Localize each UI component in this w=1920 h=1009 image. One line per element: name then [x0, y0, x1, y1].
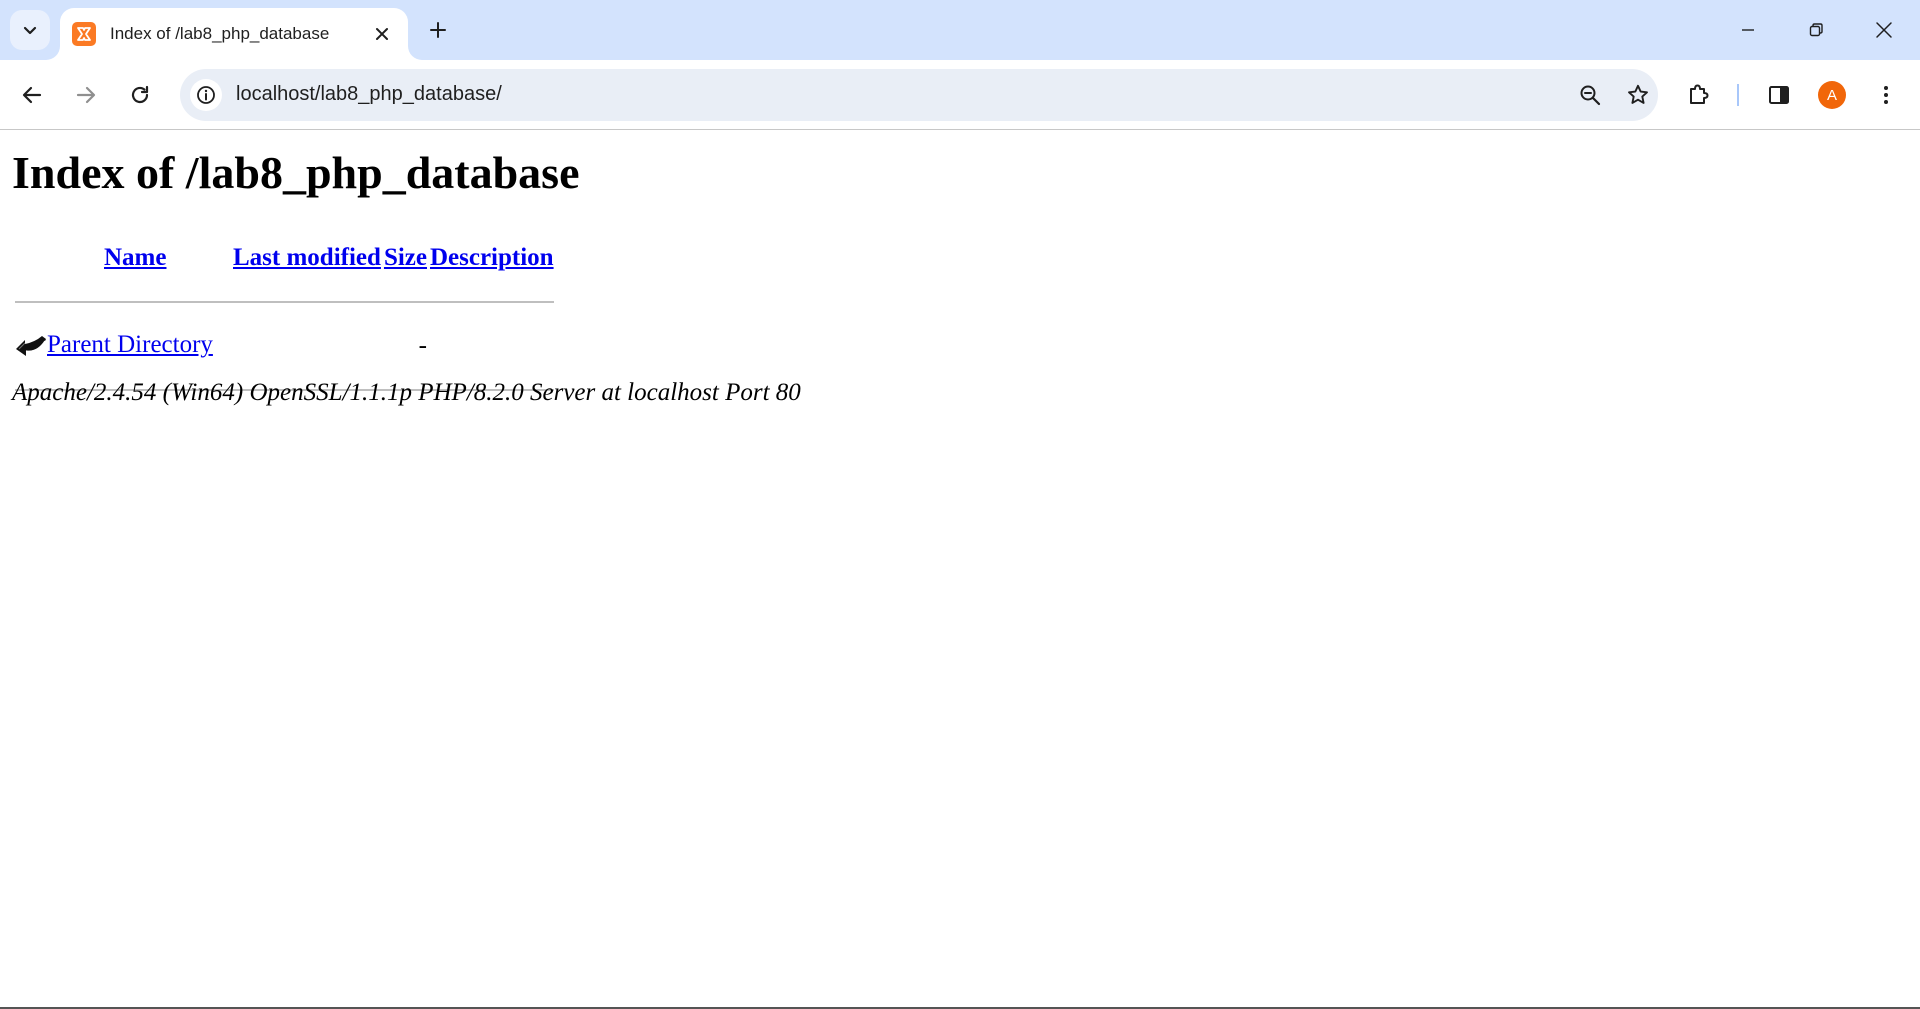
zoom-button[interactable] — [1574, 79, 1606, 111]
sort-by-description-link[interactable]: Description — [430, 244, 554, 271]
restore-button[interactable] — [1788, 10, 1844, 50]
sort-by-name-link[interactable]: Name — [104, 244, 166, 271]
back-button[interactable] — [12, 75, 52, 115]
url-text[interactable]: localhost/lab8_php_database/ — [236, 83, 502, 106]
size-cell: - — [418, 332, 427, 359]
profile-avatar[interactable]: A — [1818, 81, 1846, 109]
listing-top-rule-row — [15, 280, 554, 324]
tab-close-button[interactable] — [368, 20, 396, 48]
horizontal-rule — [15, 301, 554, 303]
back-arrow-icon — [16, 335, 46, 356]
browser-chrome: Index of /lab8_php_database localhost/la… — [0, 0, 1920, 130]
browser-toolbar: localhost/lab8_php_database/ A — [0, 60, 1920, 130]
new-tab-button[interactable] — [422, 14, 454, 46]
bookmark-button[interactable] — [1622, 79, 1654, 111]
toolbar-separator — [1737, 84, 1739, 106]
description-cell — [430, 324, 554, 368]
forward-button[interactable] — [66, 75, 106, 115]
site-info-button[interactable] — [190, 79, 222, 111]
listing-header-row: Name Last modified Size Description — [15, 236, 554, 280]
address-bar[interactable]: localhost/lab8_php_database/ — [180, 69, 1658, 121]
extensions-button[interactable] — [1679, 75, 1719, 115]
name-column-header: Name — [104, 236, 230, 280]
chevron-down-icon — [23, 26, 37, 35]
side-panel-button[interactable] — [1759, 75, 1799, 115]
description-column-header: Description — [430, 236, 554, 280]
name-cell: Parent Directory — [15, 324, 230, 368]
restore-icon — [1809, 23, 1823, 37]
size-column-header: Size — [384, 236, 427, 280]
xampp-favicon-icon — [72, 22, 96, 46]
info-icon — [197, 86, 215, 104]
tab-strip: Index of /lab8_php_database — [0, 0, 1920, 60]
arrow-left-icon — [22, 86, 42, 104]
page-title: Index of /lab8_php_database — [12, 147, 580, 198]
puzzle-piece-icon — [1690, 84, 1709, 104]
reload-button[interactable] — [120, 75, 160, 115]
tab-title: Index of /lab8_php_database — [110, 24, 330, 43]
server-signature: Apache/2.4.54 (Win64) OpenSSL/1.1.1p PHP… — [12, 379, 801, 406]
menu-button[interactable] — [1866, 75, 1906, 115]
reload-icon — [131, 85, 149, 104]
last-modified-column-header: Last modified — [233, 236, 381, 280]
minimize-button[interactable] — [1720, 10, 1776, 50]
last-modified-cell — [233, 324, 381, 368]
page-content: Index of /lab8_php_database Name Last mo… — [0, 130, 1920, 1009]
parent-directory-link[interactable]: Parent Directory — [47, 331, 213, 358]
icon-column-header — [15, 236, 101, 280]
arrow-right-icon — [76, 86, 96, 104]
tab-search-button[interactable] — [10, 10, 50, 50]
side-panel-icon — [1769, 86, 1789, 104]
kebab-menu-icon — [1884, 86, 1888, 104]
plus-icon — [430, 22, 446, 38]
sort-by-last-modified-link[interactable]: Last modified — [233, 244, 381, 271]
sort-by-size-link[interactable]: Size — [384, 244, 427, 271]
close-window-button[interactable] — [1856, 10, 1912, 50]
minimize-icon — [1742, 29, 1754, 31]
table-row: Parent Directory - — [15, 324, 554, 368]
zoom-out-icon — [1580, 85, 1601, 106]
close-icon — [376, 28, 388, 40]
close-icon — [1876, 22, 1892, 38]
tab-active[interactable]: Index of /lab8_php_database — [60, 8, 408, 60]
star-icon — [1628, 84, 1648, 104]
